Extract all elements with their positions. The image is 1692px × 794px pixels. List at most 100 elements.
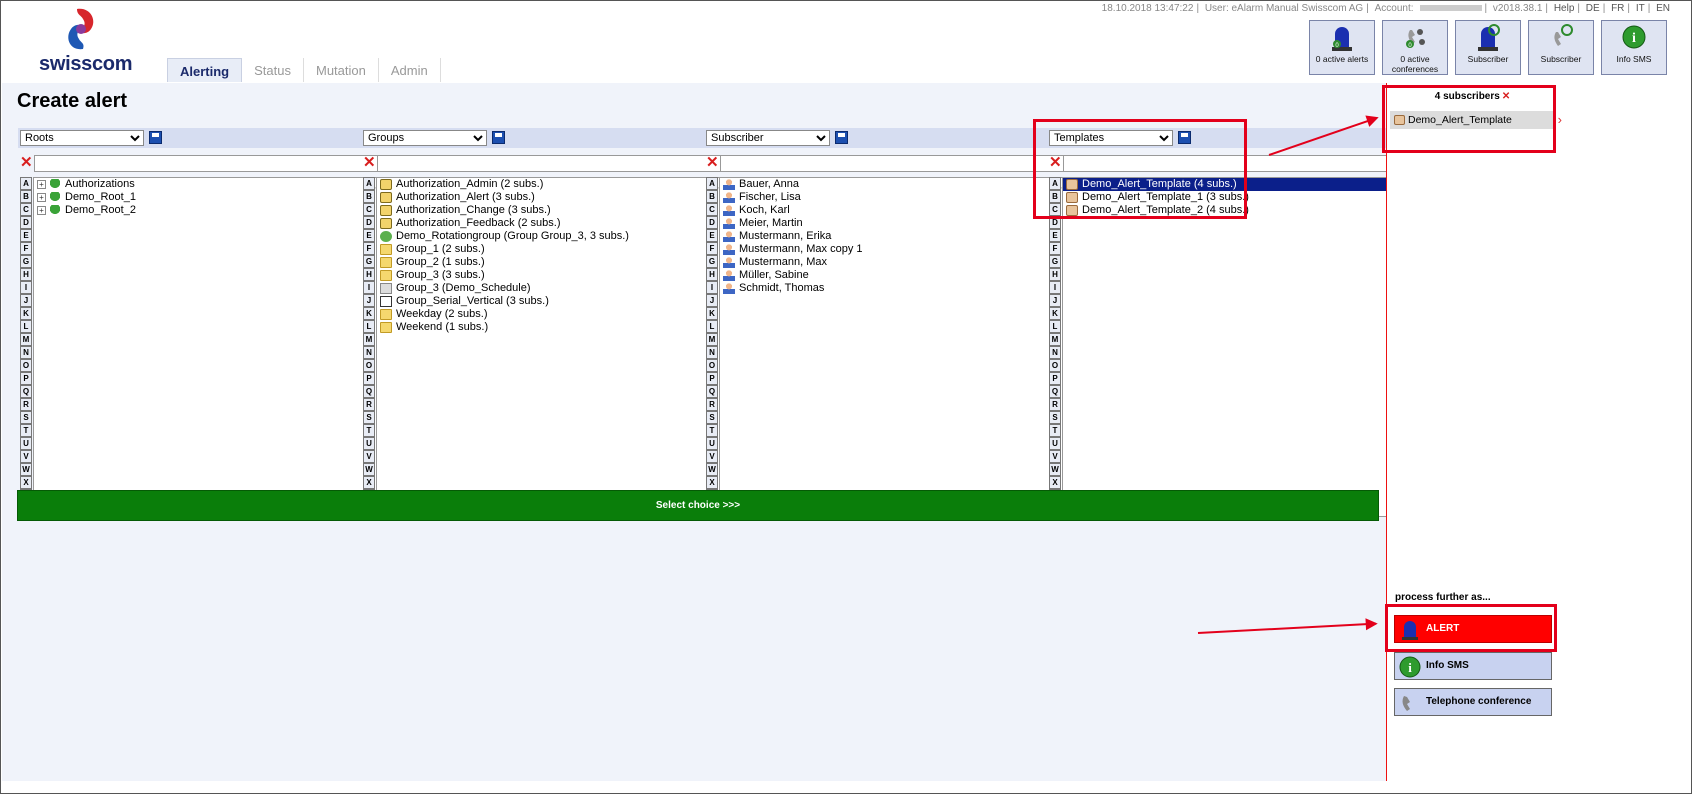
list-item[interactable]: Authorization_Feedback (2 subs.) <box>377 217 722 230</box>
letter-button[interactable]: S <box>706 411 718 424</box>
list-item[interactable]: Müller, Sabine <box>720 269 1065 282</box>
letter-button[interactable]: M <box>20 333 32 346</box>
letter-button[interactable]: B <box>363 190 375 203</box>
expand-icon[interactable]: + <box>37 206 46 215</box>
letter-button[interactable]: A <box>363 177 375 190</box>
save-icon[interactable] <box>492 131 505 144</box>
letter-button[interactable]: F <box>1049 242 1061 255</box>
list-item[interactable]: Authorization_Change (3 subs.) <box>377 204 722 217</box>
list-item[interactable]: + Demo_Root_2 <box>34 204 379 217</box>
letter-button[interactable]: X <box>363 476 375 489</box>
tab-alerting[interactable]: Alerting <box>167 58 243 82</box>
column-type-select[interactable]: Roots <box>20 130 144 146</box>
active-alerts-button[interactable]: 0 0 active alerts <box>1309 20 1375 75</box>
letter-button[interactable]: D <box>363 216 375 229</box>
letter-button[interactable]: I <box>706 281 718 294</box>
letter-button[interactable]: Q <box>363 385 375 398</box>
letter-button[interactable]: C <box>706 203 718 216</box>
help-link[interactable]: Help <box>1554 3 1575 14</box>
list-item[interactable]: Mustermann, Max <box>720 256 1065 269</box>
letter-button[interactable]: S <box>363 411 375 424</box>
letter-button[interactable]: I <box>363 281 375 294</box>
letter-button[interactable]: S <box>20 411 32 424</box>
list-item[interactable]: Mustermann, Max copy 1 <box>720 243 1065 256</box>
letter-button[interactable]: R <box>20 398 32 411</box>
letter-button[interactable]: H <box>706 268 718 281</box>
letter-button[interactable]: O <box>706 359 718 372</box>
save-icon[interactable] <box>149 131 162 144</box>
letter-button[interactable]: R <box>363 398 375 411</box>
letter-button[interactable]: L <box>706 320 718 333</box>
list-item[interactable]: Authorization_Admin (2 subs.) <box>377 178 722 191</box>
letter-button[interactable]: M <box>1049 333 1061 346</box>
subscriber-phone-button[interactable]: Subscriber <box>1528 20 1594 75</box>
list-item[interactable]: + Demo_Root_1 <box>34 191 379 204</box>
letter-button[interactable]: P <box>1049 372 1061 385</box>
letter-button[interactable]: U <box>706 437 718 450</box>
list-item[interactable]: Weekday (2 subs.) <box>377 308 722 321</box>
list-item[interactable]: Group_3 (3 subs.) <box>377 269 722 282</box>
letter-button[interactable]: J <box>706 294 718 307</box>
letter-button[interactable]: A <box>20 177 32 190</box>
clear-filter-icon[interactable]: ✕ <box>363 155 376 170</box>
list-item[interactable]: Group_2 (1 subs.) <box>377 256 722 269</box>
letter-button[interactable]: T <box>363 424 375 437</box>
letter-button[interactable]: H <box>1049 268 1061 281</box>
letter-button[interactable]: U <box>20 437 32 450</box>
letter-button[interactable]: V <box>1049 450 1061 463</box>
list-item[interactable]: Fischer, Lisa <box>720 191 1065 204</box>
letter-button[interactable]: V <box>706 450 718 463</box>
letter-button[interactable]: P <box>20 372 32 385</box>
letter-button[interactable]: U <box>1049 437 1061 450</box>
column-type-select[interactable]: Groups <box>363 130 487 146</box>
lang-it[interactable]: IT <box>1636 3 1645 14</box>
letter-button[interactable]: E <box>363 229 375 242</box>
letter-button[interactable]: K <box>20 307 32 320</box>
filter-input[interactable] <box>720 155 1066 172</box>
list-item[interactable]: Koch, Karl <box>720 204 1065 217</box>
tab-status[interactable]: Status <box>242 58 304 82</box>
save-icon[interactable] <box>835 131 848 144</box>
letter-button[interactable]: G <box>20 255 32 268</box>
letter-button[interactable]: G <box>706 255 718 268</box>
letter-button[interactable]: S <box>1049 411 1061 424</box>
letter-button[interactable]: C <box>20 203 32 216</box>
letter-button[interactable]: K <box>363 307 375 320</box>
letter-button[interactable]: X <box>1049 476 1061 489</box>
letter-button[interactable]: X <box>706 476 718 489</box>
list-item[interactable]: Demo_Rotationgroup (Group Group_3, 3 sub… <box>377 230 722 243</box>
letter-button[interactable]: W <box>20 463 32 476</box>
letter-button[interactable]: D <box>20 216 32 229</box>
letter-button[interactable]: T <box>706 424 718 437</box>
letter-button[interactable]: U <box>363 437 375 450</box>
letter-button[interactable]: M <box>363 333 375 346</box>
letter-button[interactable]: A <box>706 177 718 190</box>
letter-button[interactable]: J <box>1049 294 1061 307</box>
letter-button[interactable]: Q <box>20 385 32 398</box>
letter-button[interactable]: N <box>706 346 718 359</box>
letter-button[interactable]: K <box>706 307 718 320</box>
letter-button[interactable]: W <box>706 463 718 476</box>
letter-button[interactable]: I <box>20 281 32 294</box>
letter-button[interactable]: Q <box>706 385 718 398</box>
lang-en[interactable]: EN <box>1656 3 1670 14</box>
letter-button[interactable]: W <box>363 463 375 476</box>
letter-button[interactable]: H <box>363 268 375 281</box>
letter-button[interactable]: N <box>363 346 375 359</box>
expand-icon[interactable]: + <box>37 193 46 202</box>
letter-button[interactable]: E <box>20 229 32 242</box>
tab-admin[interactable]: Admin <box>379 58 441 82</box>
letter-button[interactable]: L <box>1049 320 1061 333</box>
list-item[interactable]: Bauer, Anna <box>720 178 1065 191</box>
list-item[interactable]: + Authorizations <box>34 178 379 191</box>
letter-button[interactable]: N <box>1049 346 1061 359</box>
clear-filter-icon[interactable]: ✕ <box>20 155 33 170</box>
list-item[interactable]: Group_Serial_Vertical (3 subs.) <box>377 295 722 308</box>
letter-button[interactable]: C <box>363 203 375 216</box>
filter-input[interactable] <box>34 155 380 172</box>
letter-button[interactable]: G <box>1049 255 1061 268</box>
letter-button[interactable]: R <box>1049 398 1061 411</box>
list-item[interactable]: Weekend (1 subs.) <box>377 321 722 334</box>
letter-button[interactable]: W <box>1049 463 1061 476</box>
letter-button[interactable]: J <box>20 294 32 307</box>
